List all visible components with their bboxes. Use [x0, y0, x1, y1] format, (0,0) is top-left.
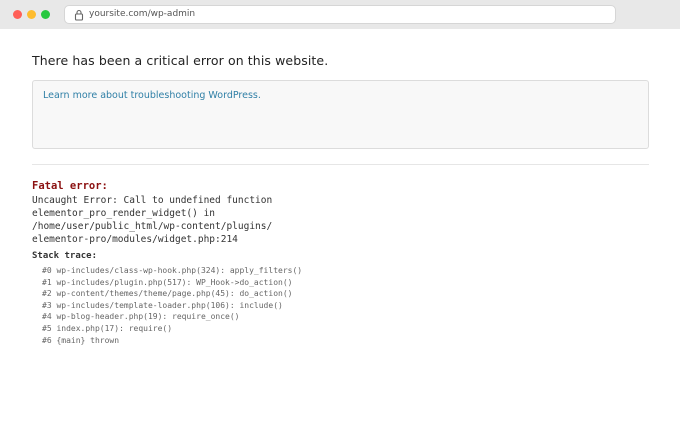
- lock-icon: [74, 9, 84, 21]
- stack-frame: #4 wp-blog-header.php(19): require_once(…: [42, 312, 240, 322]
- stack-frame: #5 index.php(17): require(): [42, 323, 173, 333]
- stack-frame: #6 {main} thrown: [42, 335, 120, 345]
- stack-trace-list: #0 wp-includes/class-wp-hook.php(324): a…: [42, 265, 302, 346]
- close-window-button[interactable]: [13, 10, 22, 19]
- page-content: There has been a critical error on this …: [0, 29, 680, 425]
- troubleshooting-link[interactable]: Learn more about troubleshooting WordPre…: [43, 90, 261, 101]
- error-message-line: elementor_pro_render_widget() in: [32, 208, 216, 219]
- stack-frame: #3 wp-includes/template-loader.php(106):…: [42, 300, 283, 310]
- info-box: Learn more about troubleshooting WordPre…: [32, 80, 649, 149]
- stack-trace-label: Stack trace:: [32, 251, 98, 261]
- error-message-line: elementor-pro/modules/widget.php:214: [32, 234, 238, 245]
- error-message: Uncaught Error: Call to undefined functi…: [32, 194, 632, 246]
- divider: [32, 164, 649, 165]
- maximize-window-button[interactable]: [41, 10, 50, 19]
- page-title: There has been a critical error on this …: [32, 53, 329, 68]
- address-bar[interactable]: yoursite.com/wp-admin: [64, 5, 616, 24]
- url-text: yoursite.com/wp-admin: [89, 9, 196, 19]
- fatal-error-label: Fatal error:: [32, 180, 108, 192]
- minimize-window-button[interactable]: [27, 10, 36, 19]
- stack-frame: #1 wp-includes/plugin.php(517): WP_Hook-…: [42, 277, 293, 287]
- stack-frame: #0 wp-includes/class-wp-hook.php(324): a…: [42, 266, 303, 275]
- stack-frame: #2 wp-content/themes/theme/page.php(45):…: [42, 289, 293, 299]
- browser-toolbar: yoursite.com/wp-admin: [0, 0, 680, 29]
- error-message-line: Uncaught Error: Call to undefined functi…: [32, 195, 273, 206]
- error-message-line: /home/user/public_html/wp-content/plugin…: [32, 221, 273, 232]
